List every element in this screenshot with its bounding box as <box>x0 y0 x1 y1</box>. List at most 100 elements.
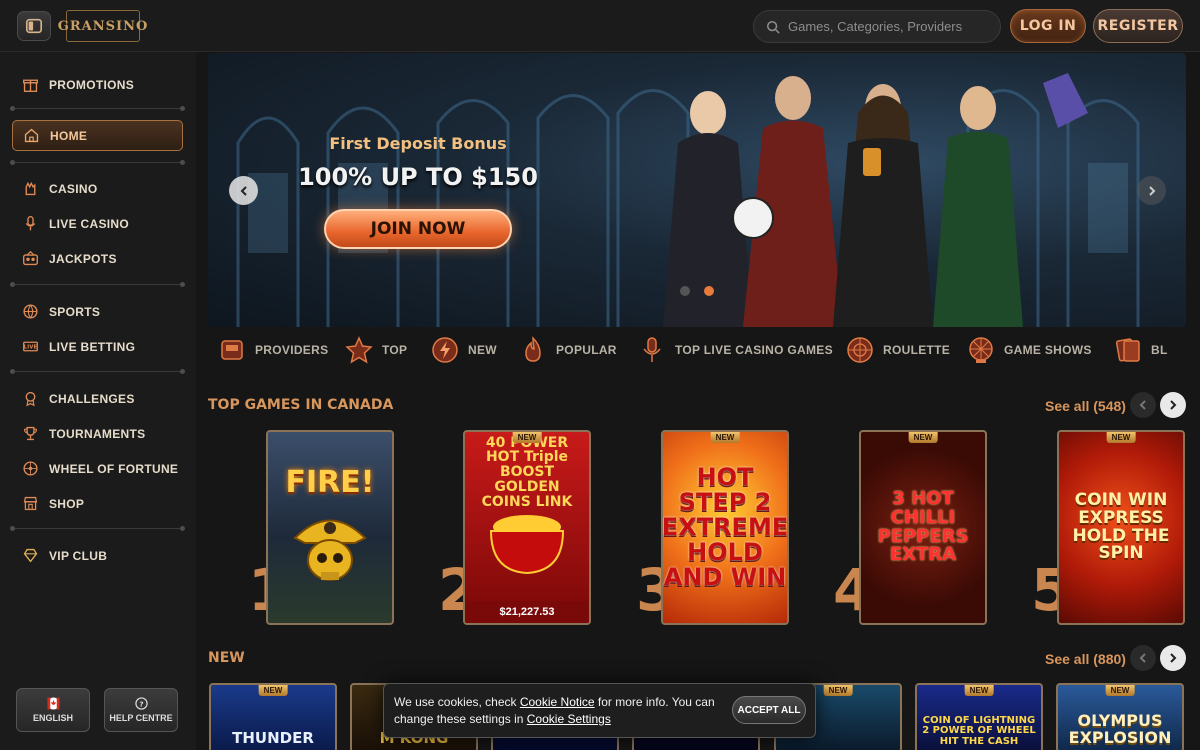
game-title: 3 HOT CHILLI PEPPERS EXTRA <box>877 487 969 566</box>
sidebar-item-vip-club[interactable]: VIP CLUB <box>12 540 183 571</box>
header: GRANSINO LOG IN REGISTER <box>0 0 1200 52</box>
game-show-icon <box>969 337 993 363</box>
top-games-title: TOP GAMES IN CANADA <box>208 397 394 413</box>
top-games-prev-button[interactable] <box>1130 392 1156 418</box>
language-button[interactable]: ENGLISH <box>16 688 90 732</box>
sidebar-item-live-betting[interactable]: LIVE LIVE BETTING <box>12 331 183 362</box>
new-badge: NEW <box>1105 685 1135 696</box>
game-card-thunder[interactable]: NEW THUNDER <box>209 683 337 750</box>
lightning-icon <box>432 337 458 363</box>
sidebar-item-promotions[interactable]: PROMOTIONS <box>12 69 183 100</box>
promo-banner[interactable]: First Deposit Bonus 100% UP TO $150 JOIN… <box>208 53 1186 327</box>
sidebar-item-label: SPORTS <box>49 304 101 319</box>
sidebar-item-label: CASINO <box>49 181 98 196</box>
carousel-dot-active[interactable] <box>704 286 714 296</box>
game-title: COIN OF LIGHTNING 2 POWER OF WHEEL HIT T… <box>922 714 1036 747</box>
language-label: ENGLISH <box>32 713 73 723</box>
game-card-fire[interactable]: FIRE! <box>266 430 394 625</box>
new-games-see-all-link[interactable]: See all (880) <box>1045 651 1126 667</box>
category-blackjack[interactable]: BL <box>1113 333 1200 367</box>
sidebar-item-live-casino[interactable]: LIVE CASINO <box>12 208 183 239</box>
help-centre-label: HELP CENTRE <box>109 713 173 723</box>
casino-hand-icon <box>25 181 36 196</box>
sidebar-toggle-icon <box>25 18 43 34</box>
sidebar-item-home[interactable]: HOME <box>12 120 183 151</box>
sidebar-item-wheel-of-fortune[interactable]: WHEEL OF FORTUNE <box>12 453 183 484</box>
blackjack-icon <box>1115 338 1140 362</box>
game-card-coin-win-express[interactable]: NEW COIN WIN EXPRESS HOLD THE SPIN <box>1057 430 1185 625</box>
gift-icon <box>23 79 38 92</box>
banner-prev-button[interactable] <box>229 176 258 205</box>
new-games-next-button[interactable] <box>1160 645 1186 671</box>
sidebar-item-label: WHEEL OF FORTUNE <box>49 461 179 476</box>
sidebar-divider <box>10 282 185 287</box>
game-card-3-hot-chilli-peppers[interactable]: NEW 3 HOT CHILLI PEPPERS EXTRA <box>859 430 987 625</box>
sidebar-item-challenges[interactable]: CHALLENGES <box>12 383 183 414</box>
sidebar-divider <box>10 526 185 531</box>
game-title: 40 POWER HOT Triple BOOST GOLDEN COINS L… <box>481 434 573 510</box>
banner-next-button[interactable] <box>1137 176 1166 205</box>
sidebar-item-label: CHALLENGES <box>49 391 135 406</box>
join-now-button[interactable]: JOIN NOW <box>324 209 512 249</box>
game-title: HOT STEP 2 EXTREME HOLD AND WIN <box>661 462 789 592</box>
sidebar-item-sports[interactable]: SPORTS <box>12 296 183 327</box>
category-top[interactable]: TOP <box>344 333 407 367</box>
new-badge: NEW <box>964 685 994 696</box>
category-roulette[interactable]: ROULETTE <box>845 333 950 367</box>
category-game-shows[interactable]: GAME SHOWS <box>966 333 1092 367</box>
sidebar-item-label: VIP CLUB <box>49 548 108 563</box>
banner-subtitle: First Deposit Bonus <box>329 134 507 153</box>
sidebar-item-tournaments[interactable]: TOURNAMENTS <box>12 418 183 449</box>
sidebar: PROMOTIONS HOME CASINO LIVE CASINO JACKP… <box>0 52 196 750</box>
jackpot-icon <box>23 250 38 266</box>
sidebar-item-casino[interactable]: CASINO <box>12 173 183 204</box>
new-badge: NEW <box>823 685 853 696</box>
sidebar-toggle-button[interactable] <box>17 11 51 41</box>
sidebar-item-shop[interactable]: SHOP <box>12 488 183 519</box>
diamond-icon <box>23 548 38 563</box>
carousel-dot[interactable] <box>680 286 690 296</box>
search-icon <box>766 20 780 34</box>
accept-all-cookies-button[interactable]: ACCEPT ALL <box>732 696 806 724</box>
register-button[interactable]: REGISTER <box>1093 9 1183 43</box>
sidebar-item-label: JACKPOTS <box>49 251 117 266</box>
shop-icon <box>23 496 38 511</box>
live-mic-icon <box>643 337 661 362</box>
chevron-left-icon <box>1139 400 1146 410</box>
search-input[interactable] <box>788 19 988 34</box>
cookie-settings-link[interactable]: Cookie Settings <box>527 712 611 726</box>
category-label: TOP <box>382 343 408 357</box>
game-card-hot-step-2[interactable]: NEW HOT STEP 2 EXTREME HOLD AND WIN <box>661 430 789 625</box>
category-label: GAME SHOWS <box>1004 343 1092 357</box>
login-button[interactable]: LOG IN <box>1010 9 1086 43</box>
logo[interactable]: GRANSINO <box>58 10 147 42</box>
providers-icon <box>221 340 243 360</box>
star-icon <box>345 336 373 364</box>
chevron-left-icon <box>240 185 247 196</box>
fire-icon <box>525 336 541 362</box>
help-centre-button[interactable]: ? HELP CENTRE <box>104 688 178 732</box>
wheel-icon <box>23 461 38 476</box>
category-label: BL <box>1151 343 1168 357</box>
category-label: TOP LIVE CASINO GAMES <box>675 343 833 357</box>
sidebar-item-label: LIVE CASINO <box>49 216 129 231</box>
cookie-notice-link[interactable]: Cookie Notice <box>520 695 595 709</box>
top-games-see-all-link[interactable]: See all (548) <box>1045 398 1126 414</box>
sidebar-item-label: SHOP <box>49 496 85 511</box>
game-card-40-power-hot[interactable]: NEW 40 POWER HOT Triple BOOST GOLDEN COI… <box>463 430 591 625</box>
search-bar[interactable] <box>753 10 1001 43</box>
game-card-olympus-explosion[interactable]: NEW OLYMPUS EXPLOSION <box>1056 683 1184 750</box>
roulette-icon <box>847 337 873 363</box>
game-card-coin-of-lightning-2[interactable]: NEW COIN OF LIGHTNING 2 POWER OF WHEEL H… <box>915 683 1043 750</box>
sidebar-item-jackpots[interactable]: JACKPOTS <box>12 243 183 274</box>
category-popular[interactable]: POPULAR <box>518 333 617 367</box>
category-label: POPULAR <box>556 343 617 357</box>
help-icon: ? <box>134 697 148 710</box>
new-games-prev-button[interactable] <box>1130 645 1156 671</box>
category-providers[interactable]: PROVIDERS <box>217 333 328 367</box>
top-games-next-button[interactable] <box>1160 392 1186 418</box>
category-top-live-casino-games[interactable]: TOP LIVE CASINO GAMES <box>637 333 833 367</box>
category-label: PROVIDERS <box>255 343 329 357</box>
category-new[interactable]: NEW <box>430 333 497 367</box>
new-games-title: NEW <box>208 650 245 666</box>
